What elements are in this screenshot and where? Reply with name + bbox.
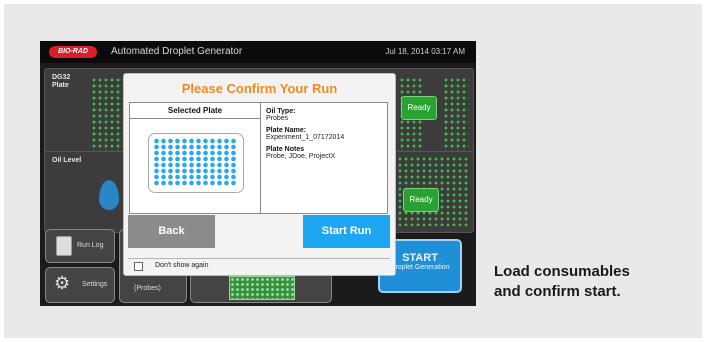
settings-label: Settings <box>82 281 108 288</box>
datetime-display: Jul 18, 2014 03:17 AM <box>385 47 465 56</box>
dont-show-again-checkbox[interactable] <box>134 262 143 271</box>
caption-line-2: and confirm start. <box>494 283 621 300</box>
oil-type-label: (Probes) <box>134 285 161 292</box>
oil-drop-icon <box>99 180 119 210</box>
clipboard-icon <box>56 236 72 256</box>
confirm-run-dialog: Please Confirm Your Run Selected Plate O… <box>123 73 396 276</box>
plate-name-value: Experiment_1_07172014 <box>266 134 345 141</box>
dialog-title: Please Confirm Your Run <box>181 81 338 96</box>
plate-name-label: Plate Name: <box>266 127 307 134</box>
bio-rad-logo: BIO-RAD <box>49 46 97 58</box>
ready-badge-top: Ready <box>401 96 437 120</box>
plate-notes-label: Plate Notes <box>266 146 305 153</box>
caption-line-1: Load consumables <box>494 263 630 280</box>
caption: Load consumables and confirm start. <box>494 262 684 302</box>
dg32-plate-label: DG32 Plate <box>52 74 71 89</box>
run-log-button[interactable]: Run Log <box>45 229 115 263</box>
run-info-box: Selected Plate Oil Type: Probes Plate Na… <box>129 102 388 214</box>
plate-wells <box>153 138 237 186</box>
gear-icon: ⚙ <box>54 273 71 293</box>
dont-show-again-row[interactable]: Don't show again <box>128 258 390 272</box>
selected-plate-header: Selected Plate <box>130 103 260 119</box>
title-bar: BIO-RAD Automated Droplet Generator Jul … <box>40 41 476 63</box>
back-button[interactable]: Back <box>128 215 215 248</box>
oil-type-value: Probes <box>266 115 289 122</box>
device-screen: BIO-RAD Automated Droplet Generator Jul … <box>40 41 476 306</box>
run-log-label: Run Log <box>77 242 104 249</box>
plate-preview-dots <box>229 276 295 300</box>
start-run-button[interactable]: Start Run <box>303 215 390 248</box>
dont-show-again-label: Don't show again <box>155 262 209 269</box>
settings-button[interactable]: ⚙ Settings <box>45 267 115 303</box>
selected-plate-column: Selected Plate <box>130 103 261 213</box>
oil-level-label: Oil Level <box>52 157 82 164</box>
oil-type-field-label: Oil Type: <box>266 108 296 115</box>
run-details: Oil Type: Probes Plate Name: Experiment_… <box>266 108 384 165</box>
plate-notes-value: Probe, JDoe, ProjectX <box>266 153 336 160</box>
app-title: Automated Droplet Generator <box>111 46 243 57</box>
ready-badge-bottom: Ready <box>403 188 439 212</box>
plate-image <box>148 133 244 193</box>
